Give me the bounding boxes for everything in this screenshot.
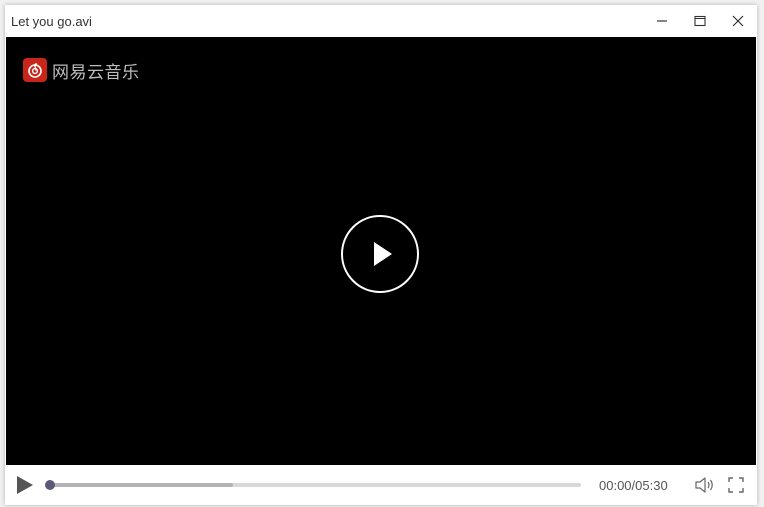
fullscreen-button[interactable] <box>726 475 746 495</box>
close-button[interactable] <box>719 5 757 37</box>
progress-buffered <box>45 483 233 487</box>
video-viewport[interactable]: 网易云音乐 <box>6 37 756 465</box>
play-icon <box>17 476 33 494</box>
time-display: 00:00/05:30 <box>599 478 668 493</box>
fullscreen-icon <box>728 477 744 493</box>
brand-watermark: 网易云音乐 <box>23 58 140 83</box>
center-play-button[interactable] <box>341 215 419 293</box>
title-bar: Let you go.avi <box>5 5 757 37</box>
window-controls <box>643 5 757 37</box>
close-icon <box>732 15 744 27</box>
minimize-button[interactable] <box>643 5 681 37</box>
volume-icon <box>695 477 713 493</box>
player-window: Let you go.avi 网易云音乐 00:00/05:30 <box>5 5 757 505</box>
play-circle-icon <box>374 242 392 266</box>
brand-text: 网易云音乐 <box>52 62 140 83</box>
maximize-icon <box>694 15 706 27</box>
progress-bar[interactable] <box>45 480 581 490</box>
progress-thumb[interactable] <box>45 480 55 490</box>
minimize-icon <box>657 20 667 22</box>
netease-music-logo-icon <box>23 58 47 82</box>
maximize-button[interactable] <box>681 5 719 37</box>
window-title: Let you go.avi <box>11 14 92 29</box>
play-button[interactable] <box>14 474 36 496</box>
volume-button[interactable] <box>694 475 716 495</box>
control-bar: 00:00/05:30 <box>6 465 756 505</box>
